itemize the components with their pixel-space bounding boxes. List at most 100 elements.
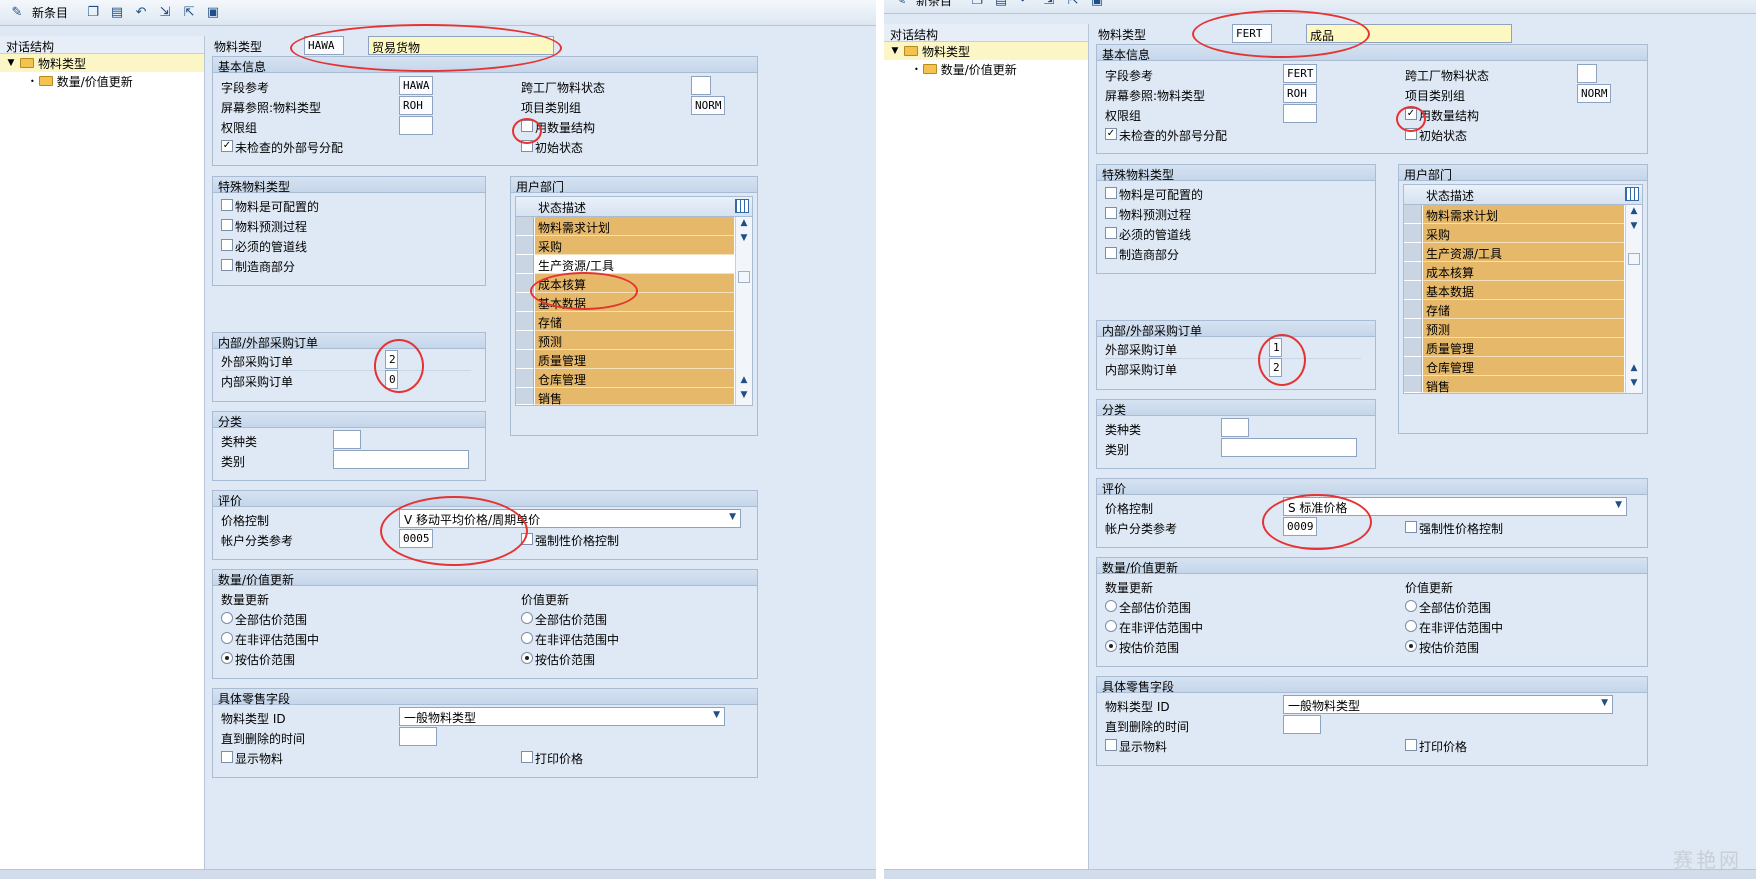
table-row[interactable]: 生产资源/工具 bbox=[516, 255, 734, 274]
table-settings-icon[interactable] bbox=[1625, 187, 1639, 201]
int-po-field[interactable]: 2 bbox=[1269, 358, 1282, 377]
class-field[interactable] bbox=[333, 450, 469, 469]
row-selector[interactable] bbox=[516, 217, 534, 236]
int-po-field[interactable]: 0 bbox=[385, 370, 398, 389]
scroll-up-icon[interactable]: ▲ bbox=[1626, 363, 1642, 377]
mandatory-price-checkbox[interactable] bbox=[1405, 521, 1417, 533]
row-selector[interactable] bbox=[1404, 281, 1422, 300]
edit-pencil-icon[interactable]: ✎ bbox=[8, 4, 26, 22]
row-selector[interactable] bbox=[516, 350, 534, 369]
mpn-checkbox[interactable] bbox=[221, 259, 233, 271]
mat-type-id-dropdown[interactable]: 一般物料类型 ▼ bbox=[1283, 695, 1613, 714]
delete-icon[interactable]: ▤ bbox=[108, 4, 126, 22]
print-price-checkbox[interactable] bbox=[1405, 739, 1417, 751]
row-selector[interactable] bbox=[1404, 357, 1422, 376]
table-row[interactable]: 销售 bbox=[516, 388, 734, 406]
xplant-status-field[interactable] bbox=[1577, 64, 1597, 83]
material-type-description[interactable]: 贸易货物 bbox=[368, 36, 554, 55]
print-price-checkbox[interactable] bbox=[521, 751, 533, 763]
undo-icon[interactable]: ↶ bbox=[132, 4, 150, 22]
row-selector[interactable] bbox=[1404, 319, 1422, 338]
val-by-val-area-radio[interactable] bbox=[521, 652, 533, 664]
table-row[interactable]: 生产资源/工具 bbox=[1404, 243, 1624, 262]
class-field[interactable] bbox=[1221, 438, 1357, 457]
ext-po-field[interactable]: 2 bbox=[385, 350, 398, 369]
table-scrollbar[interactable]: ▲ ▼ ▲ ▼ bbox=[1625, 205, 1642, 393]
initial-status-checkbox[interactable] bbox=[1405, 128, 1417, 140]
initial-status-checkbox[interactable] bbox=[521, 140, 533, 152]
row-selector[interactable] bbox=[1404, 300, 1422, 319]
auth-group-field[interactable] bbox=[399, 116, 433, 135]
row-selector[interactable] bbox=[516, 388, 534, 405]
price-control-dropdown[interactable]: S 标准价格 ▼ bbox=[1283, 497, 1627, 516]
forecast-checkbox[interactable] bbox=[1105, 207, 1117, 219]
ext-po-field[interactable]: 1 bbox=[1269, 338, 1282, 357]
new-entries-button[interactable]: 新条目 bbox=[32, 4, 68, 21]
val-not-in-val-radio[interactable] bbox=[521, 632, 533, 644]
auth-group-field[interactable] bbox=[1283, 104, 1317, 123]
status-desc-column-header[interactable]: 状态描述 bbox=[1404, 185, 1642, 205]
scroll-down-icon[interactable]: ▼ bbox=[1626, 378, 1642, 392]
row-selector[interactable] bbox=[1404, 376, 1422, 393]
dropdown-arrow-icon[interactable]: ▼ bbox=[729, 512, 736, 522]
select-all-icon[interactable]: ⇲ bbox=[1040, 0, 1058, 10]
row-selector[interactable] bbox=[516, 293, 534, 312]
class-type-field[interactable] bbox=[333, 430, 361, 449]
forecast-checkbox[interactable] bbox=[221, 219, 233, 231]
copy-icon[interactable]: ❐ bbox=[84, 4, 102, 22]
dropdown-arrow-icon[interactable]: ▼ bbox=[713, 710, 720, 720]
configurable-checkbox[interactable] bbox=[1105, 187, 1117, 199]
scroll-thumb[interactable] bbox=[1628, 253, 1640, 265]
qty-not-in-val-radio[interactable] bbox=[221, 632, 233, 644]
table-row[interactable]: 销售 bbox=[1404, 376, 1624, 394]
unchecked-ext-checkbox[interactable]: ✓ bbox=[1105, 128, 1117, 140]
table-scrollbar[interactable]: ▲ ▼ ▲ ▼ bbox=[735, 217, 752, 405]
new-entries-button[interactable]: 新条目 bbox=[916, 0, 952, 9]
acct-cat-ref-field[interactable]: 0005 bbox=[399, 529, 433, 548]
row-selector[interactable] bbox=[1404, 224, 1422, 243]
tree-item-qty-value-update[interactable]: • 数量/价值更新 bbox=[0, 72, 204, 90]
row-selector[interactable] bbox=[1404, 243, 1422, 262]
qty-all-val-areas-radio[interactable] bbox=[221, 612, 233, 624]
scroll-up-icon[interactable]: ▲ bbox=[736, 375, 752, 389]
class-type-field[interactable] bbox=[1221, 418, 1249, 437]
table-row[interactable]: 基本数据 bbox=[1404, 281, 1624, 300]
table-row[interactable]: 采购 bbox=[516, 236, 734, 255]
scroll-up-icon[interactable]: ▲ bbox=[1626, 206, 1642, 220]
dropdown-arrow-icon[interactable]: ▼ bbox=[1601, 698, 1608, 708]
row-selector[interactable] bbox=[516, 255, 534, 274]
scroll-up-icon[interactable]: ▲ bbox=[736, 218, 752, 232]
expand-triangle-icon[interactable]: ▼ bbox=[6, 58, 16, 68]
table-row[interactable]: 存储 bbox=[516, 312, 734, 331]
scroll-down-icon[interactable]: ▼ bbox=[1626, 221, 1642, 235]
table-row[interactable]: 仓库管理 bbox=[1404, 357, 1624, 376]
scroll-down-icon[interactable]: ▼ bbox=[736, 390, 752, 404]
qty-by-val-area-radio[interactable] bbox=[1105, 640, 1117, 652]
qty-structure-checkbox[interactable]: ✓ bbox=[1405, 108, 1417, 120]
acct-cat-ref-field[interactable]: 0009 bbox=[1283, 517, 1317, 536]
mpn-checkbox[interactable] bbox=[1105, 247, 1117, 259]
row-selector[interactable] bbox=[516, 312, 534, 331]
row-selector[interactable] bbox=[1404, 338, 1422, 357]
mat-type-id-dropdown[interactable]: 一般物料类型 ▼ bbox=[399, 707, 725, 726]
table-row[interactable]: 预测 bbox=[516, 331, 734, 350]
tree-item-material-type[interactable]: ▼ 物料类型 bbox=[884, 42, 1088, 60]
val-all-val-areas-radio[interactable] bbox=[1405, 600, 1417, 612]
price-control-dropdown[interactable]: V 移动平均价格/周期单价 ▼ bbox=[399, 509, 741, 528]
qty-by-val-area-radio[interactable] bbox=[221, 652, 233, 664]
time-until-delete-field[interactable] bbox=[399, 727, 437, 746]
row-selector[interactable] bbox=[516, 236, 534, 255]
table-row[interactable]: 质量管理 bbox=[516, 350, 734, 369]
deselect-icon[interactable]: ▣ bbox=[1088, 0, 1106, 10]
unchecked-ext-checkbox[interactable]: ✓ bbox=[221, 140, 233, 152]
xplant-status-field[interactable] bbox=[691, 76, 711, 95]
select-block-icon[interactable]: ⇱ bbox=[1064, 0, 1082, 10]
table-row[interactable]: 成本核算 bbox=[1404, 262, 1624, 281]
material-type-description[interactable]: 成品 bbox=[1306, 24, 1512, 43]
table-row[interactable]: 物料需求计划 bbox=[1404, 205, 1624, 224]
edit-pencil-icon[interactable]: ✎ bbox=[892, 0, 910, 10]
qty-not-in-val-radio[interactable] bbox=[1105, 620, 1117, 632]
row-selector[interactable] bbox=[516, 274, 534, 293]
dropdown-arrow-icon[interactable]: ▼ bbox=[1615, 500, 1622, 510]
table-row[interactable]: 存储 bbox=[1404, 300, 1624, 319]
